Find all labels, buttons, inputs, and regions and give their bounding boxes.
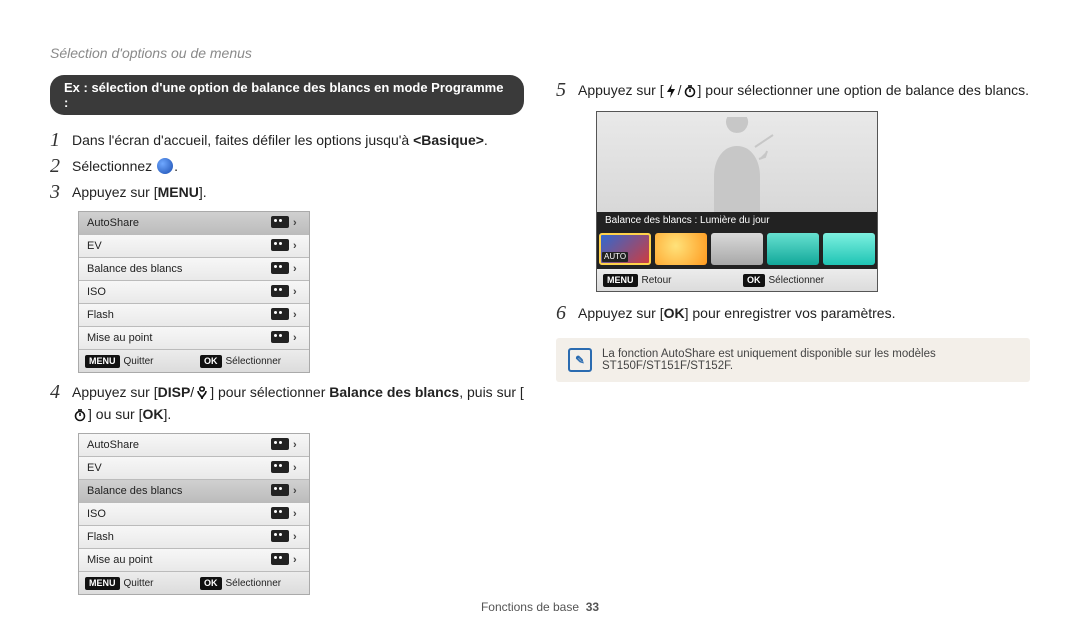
menu-badge: MENU bbox=[603, 274, 638, 287]
ok-badge: OK bbox=[743, 274, 765, 287]
menu-footer: MENUQuitterOKSélectionner bbox=[79, 350, 309, 372]
wb-preview-screenshot: Balance des blancs : Lumière du jour AUT… bbox=[596, 111, 878, 292]
iso-icon bbox=[267, 507, 293, 522]
chevron-right-icon: › bbox=[293, 531, 309, 543]
ok-badge: OK bbox=[200, 577, 222, 590]
menu-screenshot-2: AutoShare›EV›Balance des blancs›ISO›Flas… bbox=[78, 433, 310, 595]
share-icon bbox=[267, 216, 293, 231]
chevron-right-icon: › bbox=[293, 508, 309, 520]
info-icon: ✎ bbox=[568, 348, 592, 372]
menu-row: EV› bbox=[79, 235, 309, 258]
menu-row: Balance des blancs› bbox=[79, 258, 309, 281]
menu-row: Flash› bbox=[79, 304, 309, 327]
menu-row: Balance des blancs› bbox=[79, 480, 309, 503]
program-mode-icon bbox=[157, 158, 173, 174]
menu-screenshot-1: AutoShare›EV›Balance des blancs›ISO›Flas… bbox=[78, 211, 310, 373]
left-column: Ex : sélection d'une option de balance d… bbox=[50, 75, 524, 603]
chevron-right-icon: › bbox=[293, 439, 309, 451]
chevron-right-icon: › bbox=[293, 332, 309, 344]
flash-icon bbox=[267, 308, 293, 323]
step-2: 2 Sélectionnez . bbox=[50, 155, 524, 177]
menu-button-label: MENU bbox=[158, 181, 199, 203]
menu-footer: MENUQuitterOKSélectionner bbox=[79, 572, 309, 594]
menu-row: EV› bbox=[79, 457, 309, 480]
wb-swatch-auto: AUTO bbox=[599, 233, 651, 265]
preview-footer: MENURetour OKSélectionner bbox=[597, 269, 877, 291]
ok-badge: OK bbox=[200, 355, 222, 368]
chevron-right-icon: › bbox=[293, 462, 309, 474]
step-4: 4 Appuyez sur [DISP/] pour sélectionner … bbox=[50, 381, 524, 425]
auto-badge: AUTO bbox=[602, 252, 628, 262]
wb-swatch-fluo-l bbox=[823, 233, 875, 265]
menu-row: Mise au point› bbox=[79, 549, 309, 572]
wb-swatch-cloudy bbox=[711, 233, 763, 265]
disp-button-label: DISP bbox=[158, 381, 191, 403]
chevron-right-icon: › bbox=[293, 554, 309, 566]
flash-icon bbox=[665, 84, 677, 98]
chevron-right-icon: › bbox=[293, 240, 309, 252]
menu-row: AutoShare› bbox=[79, 434, 309, 457]
macro-icon bbox=[195, 386, 209, 400]
timer-icon bbox=[73, 408, 87, 422]
menu-row: ISO› bbox=[79, 281, 309, 304]
step-6: 6 Appuyez sur [OK] pour enregistrer vos … bbox=[556, 302, 1030, 324]
wb-icon bbox=[267, 484, 293, 499]
info-note: ✎ La fonction AutoShare est uniquement d… bbox=[556, 338, 1030, 382]
person-silhouette-icon bbox=[677, 117, 797, 212]
example-banner: Ex : sélection d'une option de balance d… bbox=[50, 75, 524, 115]
wb-swatch-daylight bbox=[655, 233, 707, 265]
chevron-right-icon: › bbox=[293, 309, 309, 321]
menu-row: Flash› bbox=[79, 526, 309, 549]
chevron-right-icon: › bbox=[293, 485, 309, 497]
menu-badge: MENU bbox=[85, 355, 120, 368]
note-text: La fonction AutoShare est uniquement dis… bbox=[602, 348, 1018, 372]
wb-swatch-row: AUTO bbox=[597, 229, 877, 269]
ok-button-label: OK bbox=[142, 403, 163, 425]
ev-icon bbox=[267, 239, 293, 254]
menu-row: ISO› bbox=[79, 503, 309, 526]
right-column: 5 Appuyez sur [/] pour sélectionner une … bbox=[556, 75, 1030, 603]
preview-photo bbox=[597, 112, 877, 212]
page-footer: Fonctions de base 33 bbox=[0, 600, 1080, 614]
iso-icon bbox=[267, 285, 293, 300]
menu-row: Mise au point› bbox=[79, 327, 309, 350]
wb-swatch-fluo-h bbox=[767, 233, 819, 265]
ev-icon bbox=[267, 461, 293, 476]
step-5: 5 Appuyez sur [/] pour sélectionner une … bbox=[556, 79, 1030, 101]
breadcrumb: Sélection d'options ou de menus bbox=[50, 45, 1030, 61]
focus-icon bbox=[267, 331, 293, 346]
menu-badge: MENU bbox=[85, 577, 120, 590]
wb-icon bbox=[267, 262, 293, 277]
ok-button-label: OK bbox=[664, 302, 685, 324]
chevron-right-icon: › bbox=[293, 263, 309, 275]
chevron-right-icon: › bbox=[293, 286, 309, 298]
timer-icon bbox=[683, 84, 697, 98]
focus-icon bbox=[267, 553, 293, 568]
step-3: 3 Appuyez sur [MENU]. bbox=[50, 181, 524, 203]
menu-row: AutoShare› bbox=[79, 212, 309, 235]
share-icon bbox=[267, 438, 293, 453]
step-1: 1 Dans l'écran d'accueil, faites défiler… bbox=[50, 129, 524, 151]
chevron-right-icon: › bbox=[293, 217, 309, 229]
flash-icon bbox=[267, 530, 293, 545]
wb-current-label: Balance des blancs : Lumière du jour bbox=[597, 212, 877, 229]
